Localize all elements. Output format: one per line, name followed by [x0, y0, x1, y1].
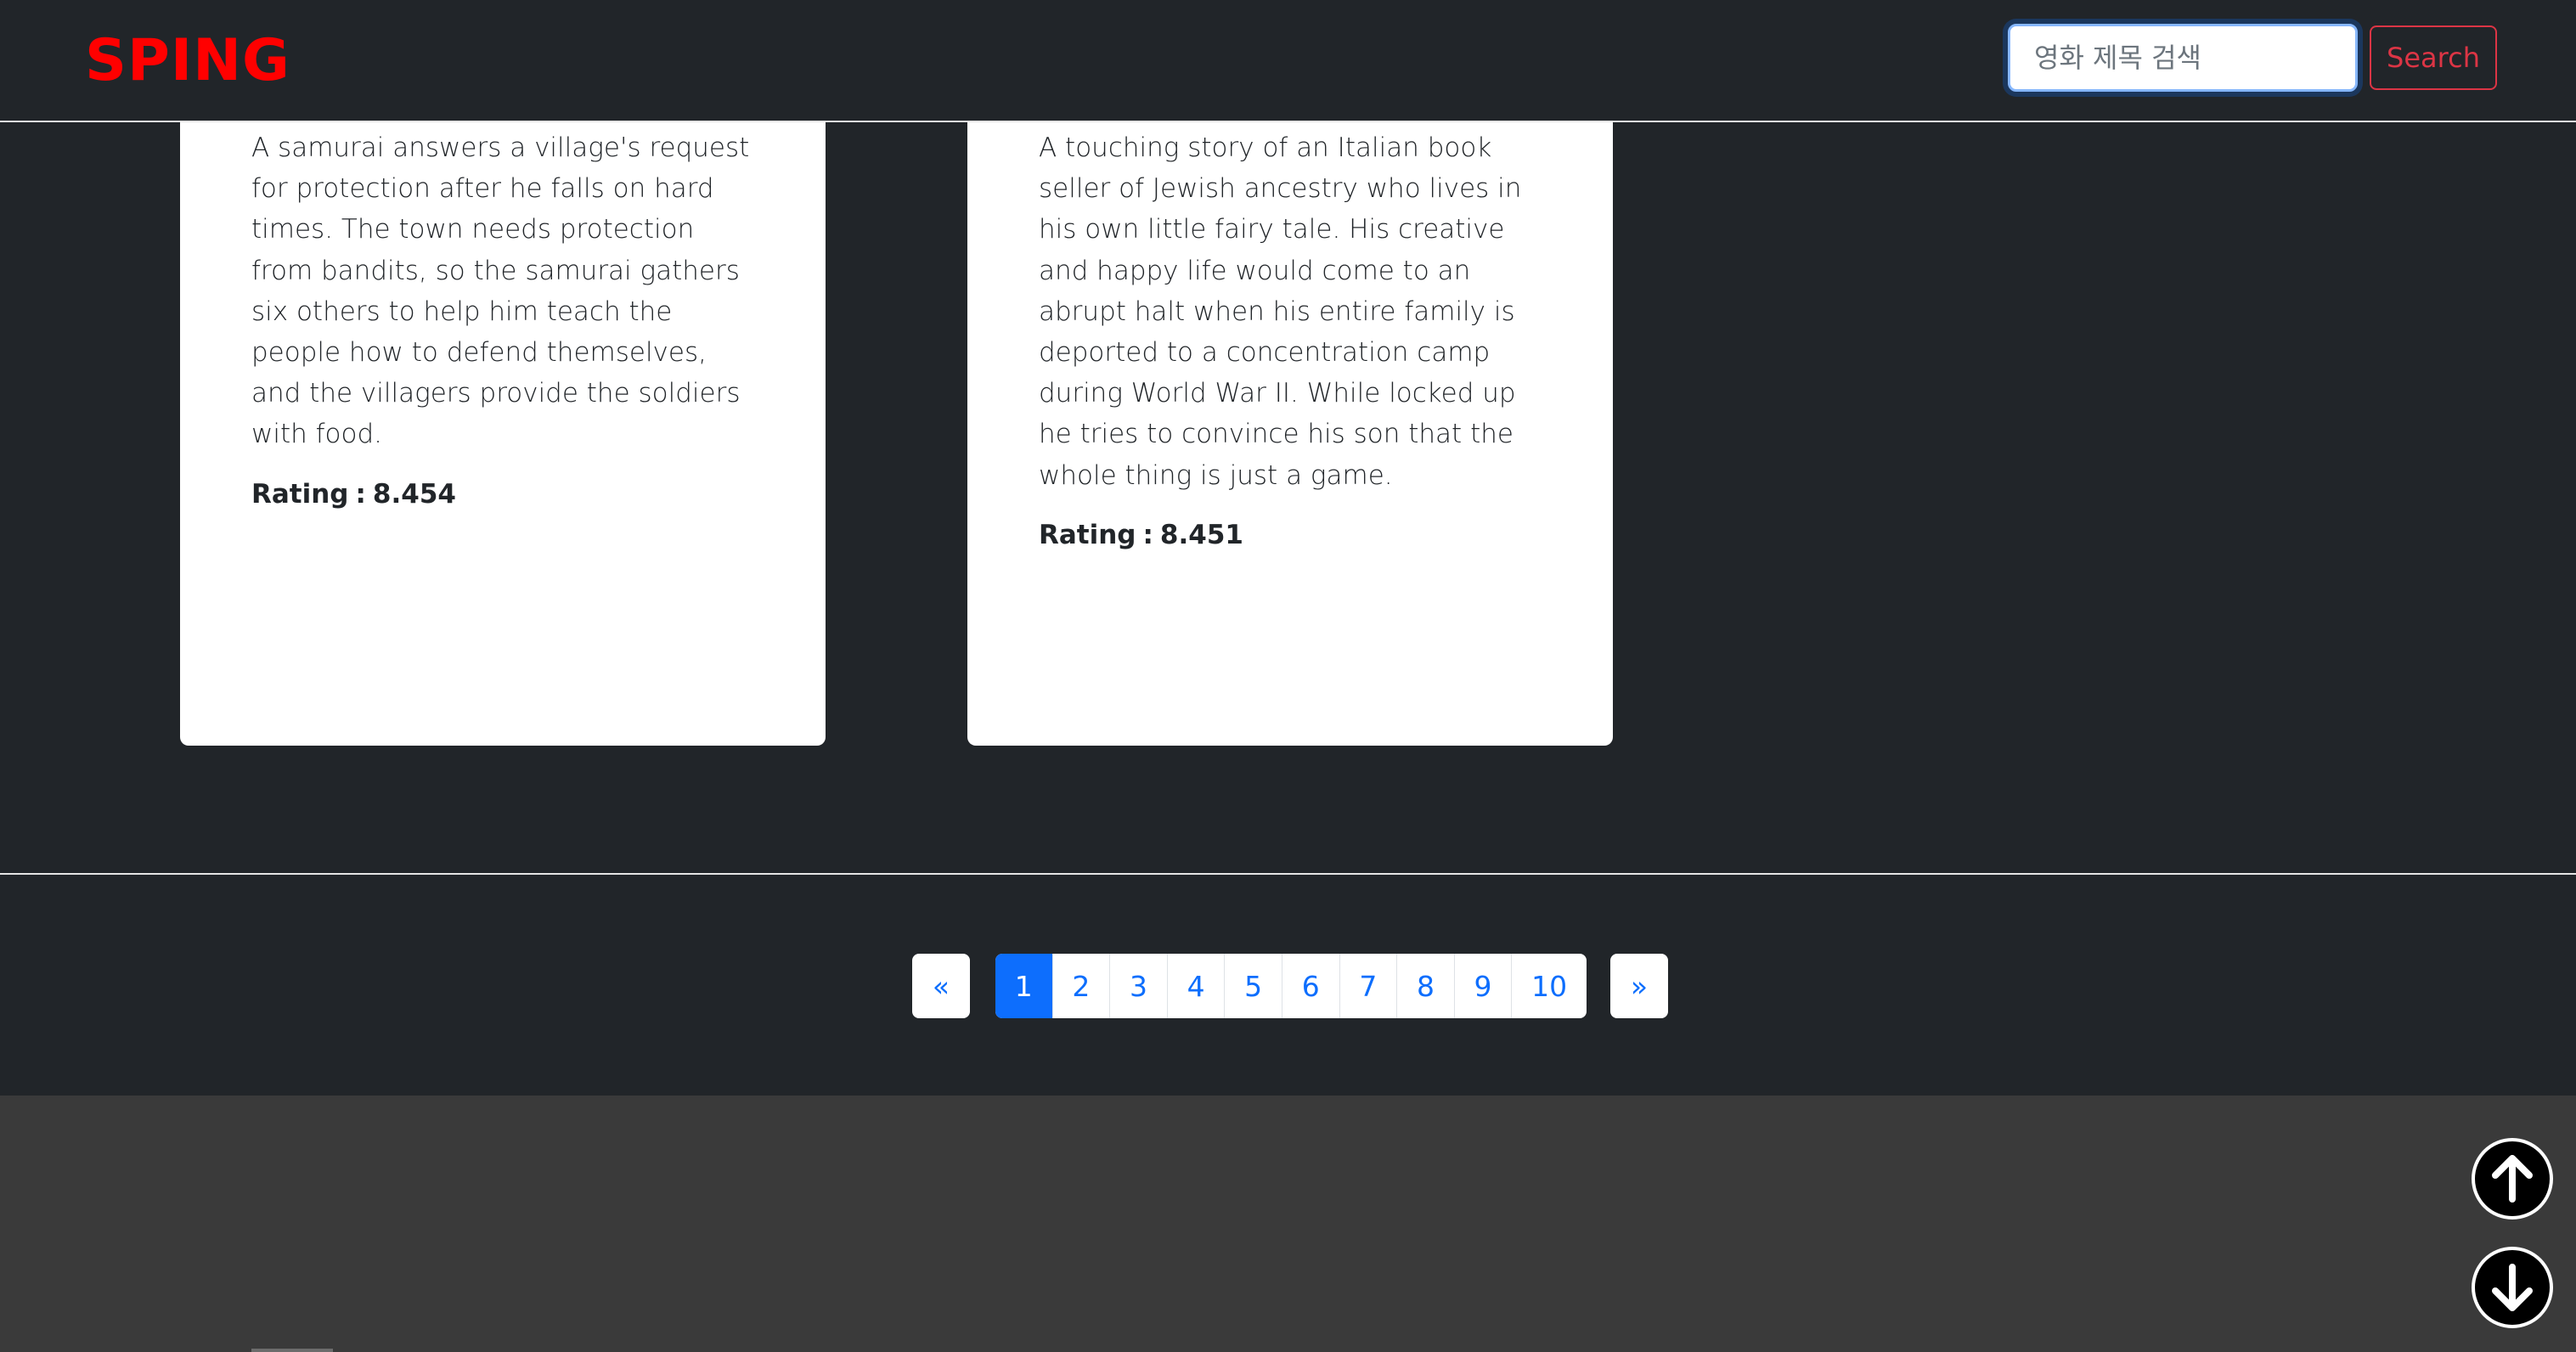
page-button-4[interactable]: 4 — [1168, 954, 1226, 1018]
search-button[interactable]: Search — [2370, 25, 2497, 90]
pagination-next-button[interactable]: » — [1610, 954, 1668, 1018]
footer-scrollbar-mark — [251, 1349, 333, 1352]
movie-rating: Rating:8.454 — [251, 478, 456, 510]
pagination-next-group: » — [1610, 954, 1668, 1018]
page-button-5[interactable]: 5 — [1225, 954, 1282, 1018]
search-input[interactable] — [2008, 24, 2358, 92]
pagination-prev-button[interactable]: « — [912, 954, 970, 1018]
page-button-1[interactable]: 1 — [995, 954, 1053, 1018]
page-button-2[interactable]: 2 — [1053, 954, 1111, 1018]
scroll-to-top-button[interactable] — [2472, 1138, 2553, 1220]
rating-value: 8.454 — [372, 478, 456, 510]
pagination: 1 2 3 4 5 6 7 8 9 10 — [995, 954, 1587, 1018]
movie-list: A samurai answers a village's request fo… — [0, 122, 2576, 875]
movie-overview: A samurai answers a village's request fo… — [251, 132, 750, 450]
page-button-3[interactable]: 3 — [1110, 954, 1168, 1018]
movie-card[interactable]: A touching story of an Italian book sell… — [967, 122, 1613, 746]
page-button-9[interactable]: 9 — [1455, 954, 1513, 1018]
footer — [0, 1096, 2576, 1352]
rating-label: Rating — [1039, 519, 1136, 550]
movie-card[interactable]: A samurai answers a village's request fo… — [180, 122, 826, 746]
page-button-7[interactable]: 7 — [1340, 954, 1398, 1018]
movie-rating: Rating:8.451 — [1039, 519, 1243, 550]
movie-card-body: A samurai answers a village's request fo… — [251, 122, 761, 511]
rating-value: 8.451 — [1159, 519, 1243, 550]
pagination-prev-group: « — [912, 954, 970, 1018]
movie-overview: A touching story of an Italian book sell… — [1039, 132, 1522, 491]
section-divider — [0, 873, 2576, 875]
scroll-to-bottom-button[interactable] — [2472, 1247, 2553, 1328]
page-button-8[interactable]: 8 — [1397, 954, 1455, 1018]
movie-card-body: A touching story of an Italian book sell… — [1039, 122, 1548, 552]
arrow-up-circle-icon — [2492, 1155, 2533, 1203]
navbar: SPING Search — [0, 0, 2576, 122]
arrow-down-circle-icon — [2492, 1264, 2533, 1311]
brand-logo[interactable]: SPING — [85, 25, 290, 97]
page-button-6[interactable]: 6 — [1282, 954, 1340, 1018]
page-button-10[interactable]: 10 — [1512, 954, 1587, 1018]
rating-label: Rating — [251, 478, 349, 510]
